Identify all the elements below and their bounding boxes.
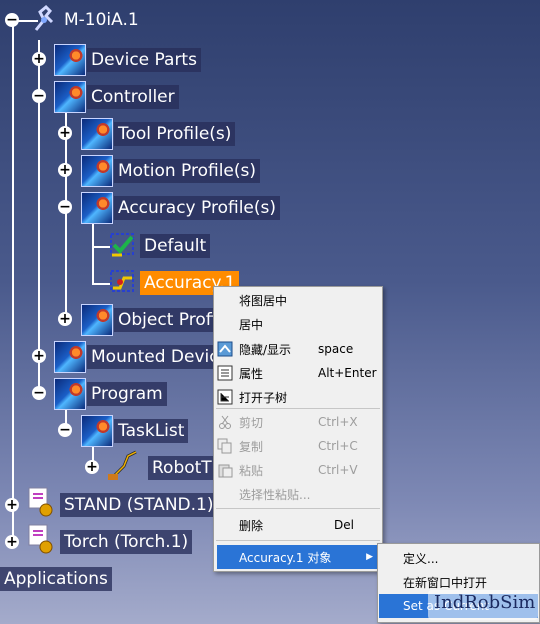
expand-toggle[interactable]: + bbox=[85, 460, 99, 474]
menu-item-paste[interactable]: 粘贴 Ctrl+V bbox=[214, 458, 382, 482]
tree-item-device-parts[interactable]: Device Parts bbox=[87, 48, 201, 72]
menu-separator bbox=[216, 408, 380, 409]
scissors-icon bbox=[217, 414, 233, 430]
menu-item-object-submenu[interactable]: Accuracy.1 对象 ▶ bbox=[217, 545, 379, 569]
tree-item-robot-task[interactable]: RobotT bbox=[148, 456, 216, 480]
menu-separator bbox=[216, 508, 380, 509]
tree-item-applications[interactable]: Applications bbox=[0, 567, 112, 591]
resource-icon bbox=[81, 118, 113, 150]
collapse-toggle[interactable]: − bbox=[58, 200, 72, 214]
expand-toggle[interactable]: + bbox=[58, 312, 72, 326]
resource-icon bbox=[54, 81, 86, 113]
part-icon bbox=[26, 523, 56, 555]
copy-icon bbox=[217, 438, 233, 454]
expand-toggle[interactable]: + bbox=[32, 52, 46, 66]
tree-item-default[interactable]: Default bbox=[140, 234, 211, 258]
menu-item-reframe-on[interactable]: 将图居中 bbox=[214, 288, 382, 312]
tree-item-motion-profiles[interactable]: Motion Profile(s) bbox=[114, 159, 261, 183]
resource-icon bbox=[81, 415, 113, 447]
tree-item-controller[interactable]: Controller bbox=[87, 85, 179, 109]
collapse-toggle[interactable]: − bbox=[32, 89, 46, 103]
menu-item-copy[interactable]: 复制 Ctrl+C bbox=[214, 434, 382, 458]
subtree-icon bbox=[217, 389, 233, 405]
expand-toggle[interactable]: + bbox=[58, 163, 72, 177]
tree-item-program[interactable]: Program bbox=[87, 382, 167, 406]
expand-toggle[interactable]: + bbox=[5, 535, 19, 549]
tree-item-tasklist[interactable]: TaskList bbox=[114, 419, 189, 443]
resource-icon bbox=[81, 192, 113, 224]
resource-icon bbox=[81, 304, 113, 336]
robot-task-icon bbox=[106, 448, 146, 482]
expand-toggle[interactable]: + bbox=[5, 498, 19, 512]
context-menu: 将图居中 居中 隐藏/显示 space 属性 Alt+Enter 打开子树 剪切… bbox=[213, 286, 383, 572]
collapse-toggle[interactable]: − bbox=[5, 13, 19, 27]
tree-root-label[interactable]: M-10iA.1 bbox=[60, 8, 143, 32]
tree-item-accuracy-profiles[interactable]: Accuracy Profile(s) bbox=[114, 196, 280, 220]
submenu-arrow-icon: ▶ bbox=[366, 552, 373, 562]
tree-item-mounted-devices[interactable]: Mounted Devic bbox=[87, 345, 223, 369]
collapse-toggle[interactable]: − bbox=[58, 423, 72, 437]
menu-item-hide-show[interactable]: 隐藏/显示 space bbox=[214, 337, 382, 361]
accuracy-profile-icon bbox=[108, 268, 138, 296]
accuracy-profile-icon bbox=[108, 231, 138, 259]
part-icon bbox=[26, 486, 56, 518]
hide-show-icon bbox=[217, 341, 233, 357]
watermark-logo: IndRobSim bbox=[428, 590, 538, 620]
properties-icon bbox=[217, 365, 233, 381]
collapse-toggle[interactable]: − bbox=[32, 386, 46, 400]
menu-item-properties[interactable]: 属性 Alt+Enter bbox=[214, 361, 382, 385]
tree-line bbox=[12, 20, 14, 545]
tree-item-torch[interactable]: Torch (Torch.1) bbox=[60, 530, 193, 554]
tree-item-object-profiles[interactable]: Object Profi bbox=[114, 308, 221, 332]
menu-item-delete[interactable]: 删除 Del bbox=[214, 513, 382, 537]
expand-toggle[interactable]: + bbox=[58, 126, 72, 140]
expand-toggle[interactable]: + bbox=[32, 349, 46, 363]
robot-icon bbox=[30, 4, 56, 32]
menu-item-cut[interactable]: 剪切 Ctrl+X bbox=[214, 410, 382, 434]
resource-icon bbox=[81, 155, 113, 187]
paste-icon bbox=[217, 462, 233, 478]
resource-icon bbox=[54, 44, 86, 76]
tree-item-tool-profiles[interactable]: Tool Profile(s) bbox=[114, 122, 236, 146]
menu-item-open-subtree[interactable]: 打开子树 bbox=[214, 385, 382, 409]
tree-line bbox=[92, 220, 94, 284]
menu-item-center[interactable]: 居中 bbox=[214, 312, 382, 336]
resource-icon bbox=[54, 341, 86, 373]
menu-item-paste-special[interactable]: 选择性粘贴... bbox=[214, 482, 382, 506]
resource-icon bbox=[54, 378, 86, 410]
menu-separator bbox=[216, 540, 380, 541]
submenu-item-define[interactable]: 定义... bbox=[378, 546, 539, 570]
tree-item-stand[interactable]: STAND (STAND.1) bbox=[60, 493, 218, 517]
